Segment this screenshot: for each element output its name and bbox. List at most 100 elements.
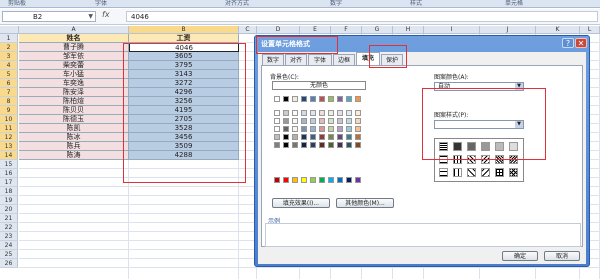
theme-color-swatch[interactable] [292,96,298,102]
theme-tint-swatch[interactable] [328,110,334,116]
column-header-e[interactable]: E [300,26,331,34]
tab-2[interactable]: 对齐 [285,54,307,65]
name-cell[interactable]: 陈涛 [19,151,129,160]
column-header-j[interactable]: J [480,26,536,34]
row-header-24[interactable]: 24 [0,241,18,250]
standard-color-swatch[interactable] [328,177,334,183]
theme-tint-swatch[interactable] [328,142,334,148]
name-cell[interactable]: 陈凯 [19,124,129,133]
row-header-5[interactable]: 5 [0,70,18,79]
theme-tint-swatch[interactable] [355,134,361,140]
theme-tint-swatch[interactable] [292,118,298,124]
theme-tint-swatch[interactable] [355,118,361,124]
row-header-3[interactable]: 3 [0,52,18,61]
standard-color-swatch[interactable] [292,177,298,183]
theme-tint-swatch[interactable] [274,134,280,140]
theme-tint-swatch[interactable] [346,110,352,116]
theme-tint-swatch[interactable] [346,126,352,132]
name-box[interactable]: B2 ▼ [2,11,96,22]
name-cell[interactable]: 曹子腾 [19,43,129,52]
header-cell-salary[interactable]: 工资 [129,34,239,43]
fill-effects-button[interactable]: 填充效果(I)... [272,198,330,208]
theme-tint-swatch[interactable] [301,126,307,132]
no-color-button[interactable]: 无颜色 [272,81,366,90]
pattern-swatch[interactable] [467,168,476,177]
close-icon[interactable]: ✕ [575,38,587,48]
theme-tint-swatch[interactable] [319,134,325,140]
row-header-20[interactable]: 20 [0,205,18,214]
row-header-2[interactable]: 2 [0,43,18,52]
theme-tint-swatch[interactable] [337,126,343,132]
theme-tint-swatch[interactable] [310,142,316,148]
name-cell[interactable]: 陈德玉 [19,115,129,124]
standard-color-swatch[interactable] [355,177,361,183]
row-header-16[interactable]: 16 [0,169,18,178]
theme-tint-swatch[interactable] [319,142,325,148]
tab-3[interactable]: 字体 [308,54,332,65]
column-header-l[interactable]: L [580,26,600,34]
theme-tint-swatch[interactable] [283,126,289,132]
theme-tint-swatch[interactable] [301,110,307,116]
row-header-11[interactable]: 11 [0,124,18,133]
theme-tint-swatch[interactable] [274,142,280,148]
theme-color-swatch[interactable] [355,96,361,102]
name-cell[interactable]: 陈兵 [19,142,129,151]
row-header-12[interactable]: 12 [0,133,18,142]
name-cell[interactable]: 陈冰 [19,133,129,142]
theme-tint-swatch[interactable] [337,142,343,148]
row-header-13[interactable]: 13 [0,142,18,151]
theme-tint-swatch[interactable] [292,134,298,140]
theme-tint-swatch[interactable] [346,134,352,140]
theme-color-swatch[interactable] [274,96,280,102]
column-header-g[interactable]: G [362,26,393,34]
column-header-b[interactable]: B [129,26,239,34]
formula-input[interactable]: 4046 [126,11,598,22]
theme-tint-swatch[interactable] [274,118,280,124]
theme-tint-swatch[interactable] [355,142,361,148]
standard-color-swatch[interactable] [346,177,352,183]
column-header-k[interactable]: K [536,26,580,34]
theme-color-swatch[interactable] [319,96,325,102]
row-header-22[interactable]: 22 [0,223,18,232]
pattern-swatch[interactable] [453,168,462,177]
name-cell[interactable]: 车小猛 [19,70,129,79]
theme-tint-swatch[interactable] [292,110,298,116]
theme-tint-swatch[interactable] [337,110,343,116]
theme-tint-swatch[interactable] [328,126,334,132]
row-header-14[interactable]: 14 [0,151,18,160]
theme-tint-swatch[interactable] [346,118,352,124]
standard-color-swatch[interactable] [283,177,289,183]
row-header-19[interactable]: 19 [0,196,18,205]
column-header-h[interactable]: H [393,26,424,34]
row-header-10[interactable]: 10 [0,115,18,124]
ok-button[interactable]: 确定 [502,251,538,261]
row-header-6[interactable]: 6 [0,79,18,88]
theme-tint-swatch[interactable] [310,126,316,132]
row-header-17[interactable]: 17 [0,178,18,187]
standard-color-swatch[interactable] [274,177,280,183]
theme-color-swatch[interactable] [310,96,316,102]
theme-tint-swatch[interactable] [319,118,325,124]
theme-tint-swatch[interactable] [301,134,307,140]
theme-tint-swatch[interactable] [337,118,343,124]
theme-tint-swatch[interactable] [328,118,334,124]
row-header-23[interactable]: 23 [0,232,18,241]
theme-color-swatch[interactable] [283,96,289,102]
row-header-9[interactable]: 9 [0,106,18,115]
theme-tint-swatch[interactable] [310,118,316,124]
name-cell[interactable]: 陈贝贝 [19,106,129,115]
theme-tint-swatch[interactable] [355,126,361,132]
theme-tint-swatch[interactable] [346,142,352,148]
column-header-i[interactable]: I [424,26,480,34]
column-header-a[interactable]: A [19,26,129,34]
row-header-1[interactable]: 1 [0,34,18,43]
pattern-swatch[interactable] [509,168,518,177]
theme-tint-swatch[interactable] [283,134,289,140]
help-icon[interactable]: ? [562,38,574,48]
row-header-21[interactable]: 21 [0,214,18,223]
theme-tint-swatch[interactable] [355,110,361,116]
row-header-7[interactable]: 7 [0,88,18,97]
column-header-f[interactable]: F [331,26,362,34]
select-all-corner[interactable] [0,26,19,34]
tab-4[interactable]: 边框 [333,54,355,65]
